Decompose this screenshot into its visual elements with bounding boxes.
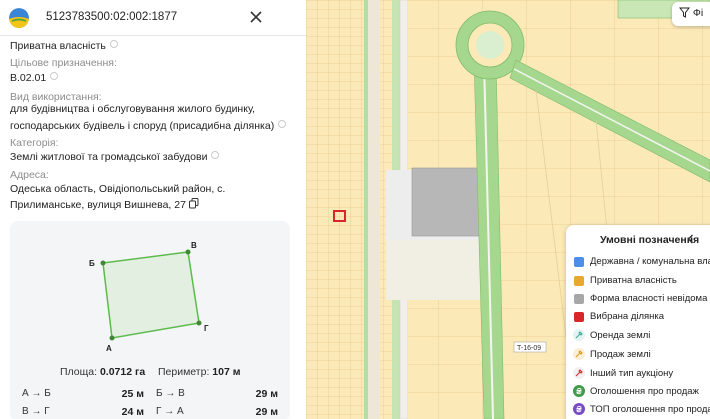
side-label: Г → А bbox=[156, 406, 184, 417]
ownership-value: Приватна власність bbox=[10, 37, 118, 56]
area-info: Площа: 0.0712 га bbox=[60, 366, 146, 378]
vertex-label-a: А bbox=[106, 344, 112, 353]
auction-icon bbox=[573, 367, 585, 379]
address-line2: Прилиманське, вулиця Вишнева, 27 bbox=[10, 196, 199, 216]
legend-title: Умовні позначення bbox=[600, 234, 700, 246]
side-value: 25 м bbox=[121, 388, 144, 400]
logo-icon bbox=[9, 8, 29, 28]
map-legend: Умовні позначення Державна / комунальна … bbox=[566, 225, 710, 419]
square-blue-icon bbox=[574, 257, 584, 267]
square-red-icon bbox=[574, 312, 584, 322]
filter-button[interactable]: Фі bbox=[672, 2, 710, 26]
hryvnia-purple-icon bbox=[573, 403, 585, 415]
info-icon[interactable] bbox=[211, 151, 220, 159]
square-orange-icon bbox=[574, 276, 584, 286]
parcel-shape-card: Б В Г А Площа: 0.0712 га Периметр: 107 м… bbox=[10, 221, 290, 419]
info-icon[interactable] bbox=[109, 40, 118, 48]
rent-icon bbox=[573, 329, 585, 341]
vertex-label-v: В bbox=[191, 241, 197, 250]
side-value: 29 м bbox=[255, 406, 278, 418]
side-label: Б → В bbox=[156, 388, 185, 399]
info-icon[interactable] bbox=[50, 72, 59, 80]
chevron-left-icon[interactable] bbox=[686, 234, 696, 244]
side-label: А → Б bbox=[22, 388, 51, 399]
panel-header: 5123783500:02:002:1877 bbox=[0, 0, 306, 36]
vertex-label-b: Б bbox=[89, 259, 95, 268]
side-label: В → Г bbox=[22, 406, 50, 417]
village-parcels[interactable] bbox=[306, 0, 366, 419]
copy-icon[interactable] bbox=[188, 197, 199, 216]
close-icon[interactable] bbox=[249, 10, 263, 24]
cadastral-number: 5123783500:02:002:1877 bbox=[46, 11, 178, 23]
category-value: Землі житлової та громадської забудови bbox=[10, 148, 220, 167]
purpose-label: Цільове призначення: bbox=[10, 57, 117, 69]
vertex-label-g: Г bbox=[204, 324, 209, 333]
purpose-value: В.02.01 bbox=[10, 69, 59, 88]
parcel-info-panel: 5123783500:02:002:1877 Приватна власніст… bbox=[0, 0, 306, 419]
perimeter-info: Периметр: 107 м bbox=[158, 366, 241, 378]
side-value: 29 м bbox=[255, 388, 278, 400]
side-value: 24 м bbox=[121, 406, 144, 418]
filter-icon bbox=[678, 7, 691, 19]
usage-value-line2: господарських будівель і споруд (присади… bbox=[10, 117, 287, 136]
square-gray-icon bbox=[574, 294, 584, 304]
info-icon[interactable] bbox=[278, 120, 287, 128]
hryvnia-green-icon bbox=[573, 385, 585, 397]
road-label: T-16-09 bbox=[517, 345, 541, 352]
filter-label: Фі bbox=[692, 7, 704, 19]
sale-icon bbox=[573, 348, 585, 360]
